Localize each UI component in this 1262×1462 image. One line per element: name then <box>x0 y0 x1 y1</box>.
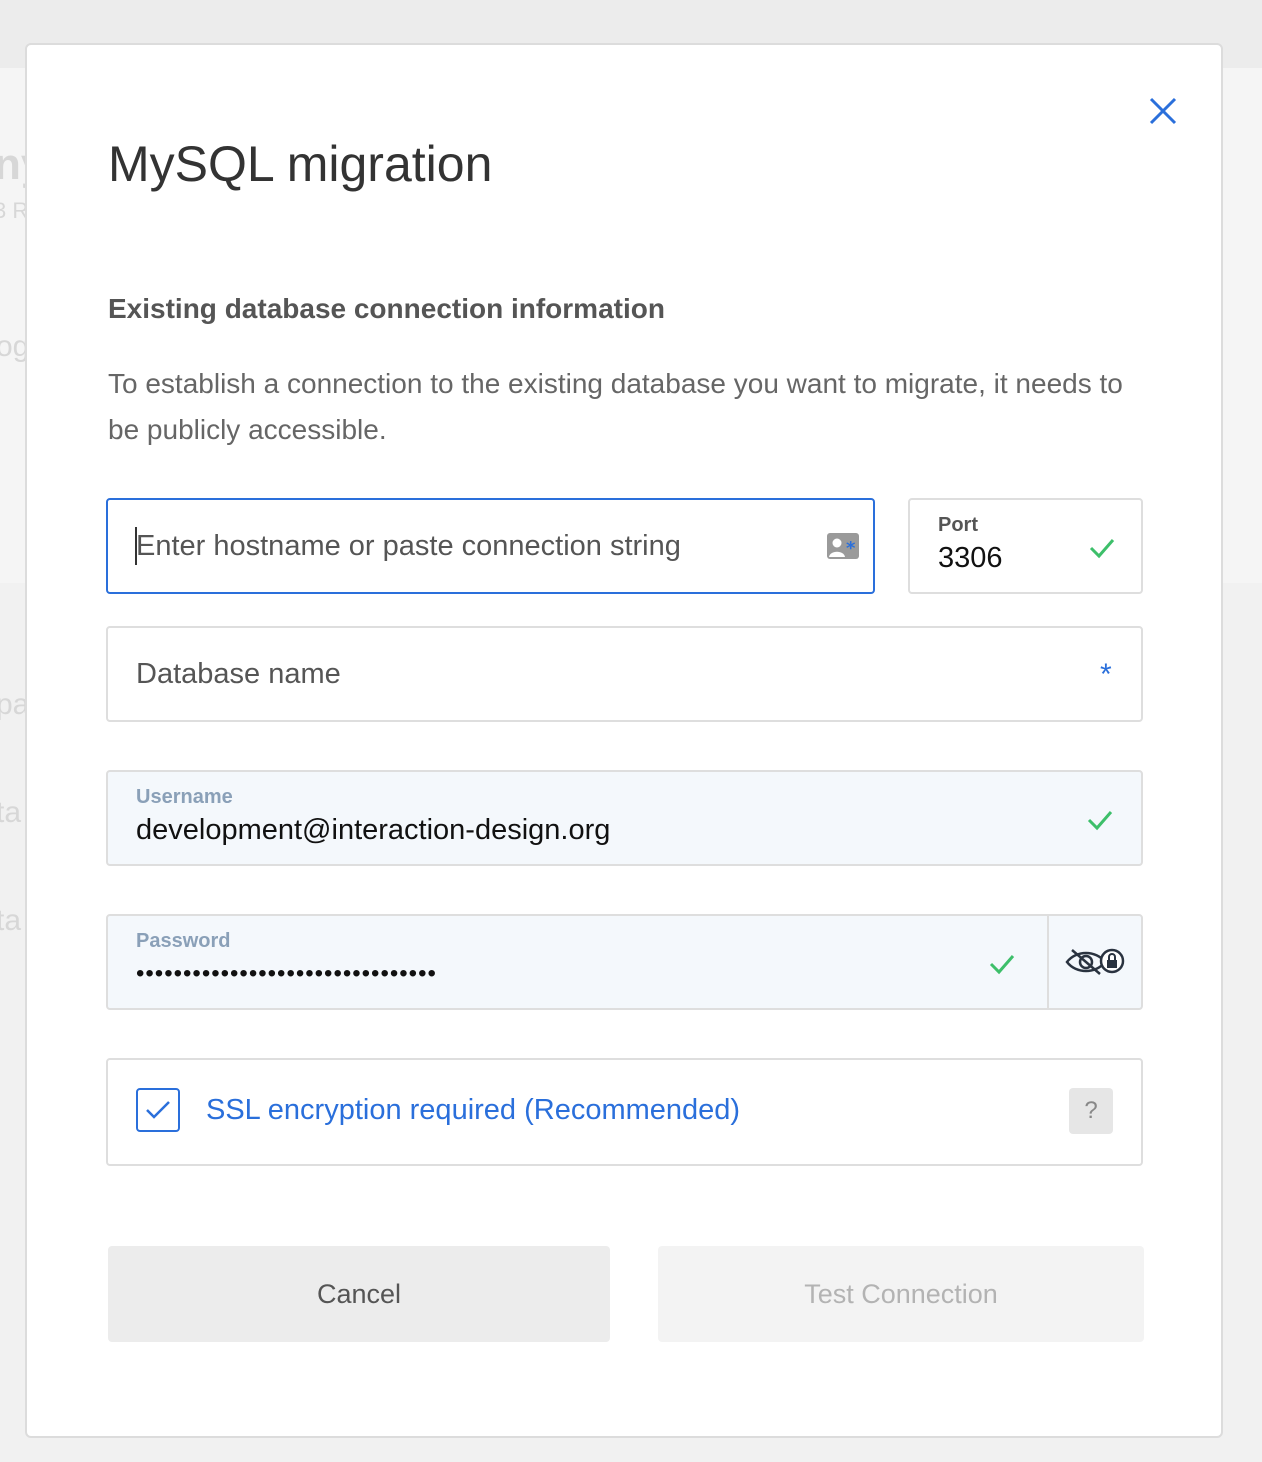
checkbox-check-icon <box>146 1101 170 1119</box>
password-field[interactable]: Password •••••••••••••••••••••••••••••••… <box>106 914 1143 1010</box>
port-value[interactable]: 3306 <box>938 542 1003 575</box>
close-icon <box>1149 97 1177 125</box>
required-star: * <box>1100 658 1112 691</box>
password-visibility-toggle[interactable] <box>1047 916 1141 1008</box>
background-text: ta <box>0 796 22 829</box>
password-label: Password <box>136 930 231 952</box>
background-text: ta <box>0 904 22 937</box>
username-field[interactable]: Username development@interaction-design.… <box>106 770 1143 866</box>
migration-dialog: MySQL migration Existing database connec… <box>25 43 1223 1438</box>
svg-text:*: * <box>846 538 856 559</box>
dialog-title: MySQL migration <box>108 136 493 192</box>
username-value[interactable]: development@interaction-design.org <box>136 814 610 847</box>
ssl-label[interactable]: SSL encryption required (Recommended) <box>206 1094 740 1127</box>
background-text: 3 R <box>0 198 29 223</box>
ssl-option-row: SSL encryption required (Recommended) ? <box>106 1058 1143 1166</box>
password-value[interactable]: •••••••••••••••••••••••••••••••• <box>136 960 437 988</box>
check-icon <box>1087 811 1113 831</box>
port-label: Port <box>938 514 978 536</box>
check-icon <box>989 955 1015 975</box>
contact-card-icon[interactable]: * <box>826 532 860 560</box>
port-field[interactable]: Port 3306 <box>908 498 1143 594</box>
username-label: Username <box>136 786 233 808</box>
database-name-input[interactable] <box>136 652 1036 696</box>
database-name-field[interactable]: * <box>106 626 1143 722</box>
close-button[interactable] <box>1147 95 1179 127</box>
hide-password-icon <box>1065 948 1125 975</box>
check-icon <box>1089 539 1115 559</box>
hostname-input[interactable] <box>136 524 796 568</box>
test-connection-button[interactable]: Test Connection <box>658 1246 1144 1342</box>
help-button[interactable]: ? <box>1069 1088 1113 1134</box>
section-heading: Existing database connection information <box>108 293 665 324</box>
cancel-button[interactable]: Cancel <box>108 1246 610 1342</box>
ssl-checkbox[interactable] <box>136 1088 180 1132</box>
section-description: To establish a connection to the existin… <box>108 368 1123 445</box>
hostname-field[interactable]: * <box>106 498 875 594</box>
